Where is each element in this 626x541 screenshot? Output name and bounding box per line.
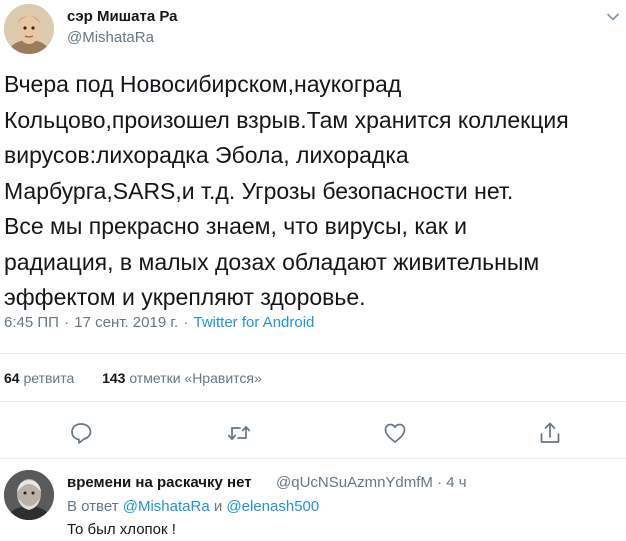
likes-label: отметки «Нравится» xyxy=(129,370,262,386)
retweets-stat[interactable]: 64 ретвита xyxy=(4,370,78,386)
meta-separator: · xyxy=(183,314,189,331)
likes-count: 143 xyxy=(102,370,126,386)
meta-separator: · xyxy=(437,474,443,491)
reply-author-handle[interactable]: @qUcNSuAzmnYdmfM xyxy=(276,474,433,491)
like-icon[interactable] xyxy=(382,420,408,446)
chevron-down-icon[interactable] xyxy=(604,8,622,26)
tweet-source-link[interactable]: Twitter for Android xyxy=(194,314,315,331)
divider xyxy=(0,458,626,459)
reply-meta: @qUcNSuAzmnYdmfM · 4 ч xyxy=(276,474,467,491)
tweet-date[interactable]: 17 сент. 2019 г. xyxy=(74,314,178,331)
author-name[interactable]: сэр Мишата Ра xyxy=(67,8,178,25)
mention-link[interactable]: @MishataRa xyxy=(123,498,210,515)
author-handle[interactable]: @MishataRa xyxy=(67,29,154,46)
mention-link[interactable]: @elenash500 xyxy=(226,498,319,515)
divider xyxy=(0,353,626,354)
retweets-label: ретвита xyxy=(23,370,75,386)
in-reply-to: В ответ @MishataRa и @elenash500 xyxy=(67,498,319,515)
reply-age[interactable]: 4 ч xyxy=(446,474,466,491)
and-word: и xyxy=(213,498,223,515)
retweet-icon[interactable] xyxy=(226,420,252,446)
reply-author-name[interactable]: времени на раскачку нет xyxy=(67,474,252,491)
tweet-actions xyxy=(0,420,626,446)
share-icon[interactable] xyxy=(537,420,563,446)
reply-icon[interactable] xyxy=(68,420,94,446)
author-avatar[interactable] xyxy=(4,4,54,54)
retweets-count: 64 xyxy=(4,370,20,386)
tweet-stats: 64 ретвита 143 отметки «Нравится» xyxy=(4,370,262,386)
divider xyxy=(0,401,626,402)
likes-stat[interactable]: 143 отметки «Нравится» xyxy=(102,370,262,386)
tweet-time[interactable]: 6:45 ПП xyxy=(4,314,59,331)
tweet-meta: 6:45 ПП · 17 сент. 2019 г. · Twitter for… xyxy=(4,314,314,331)
tweet-text: Вчера под Новосибирском,наукоград Кольцо… xyxy=(4,71,569,310)
meta-separator: · xyxy=(64,314,70,331)
in-reply-prefix: В ответ xyxy=(67,498,119,515)
reply-text: То был хлопок ! xyxy=(67,521,176,538)
reply-avatar[interactable] xyxy=(4,470,54,520)
